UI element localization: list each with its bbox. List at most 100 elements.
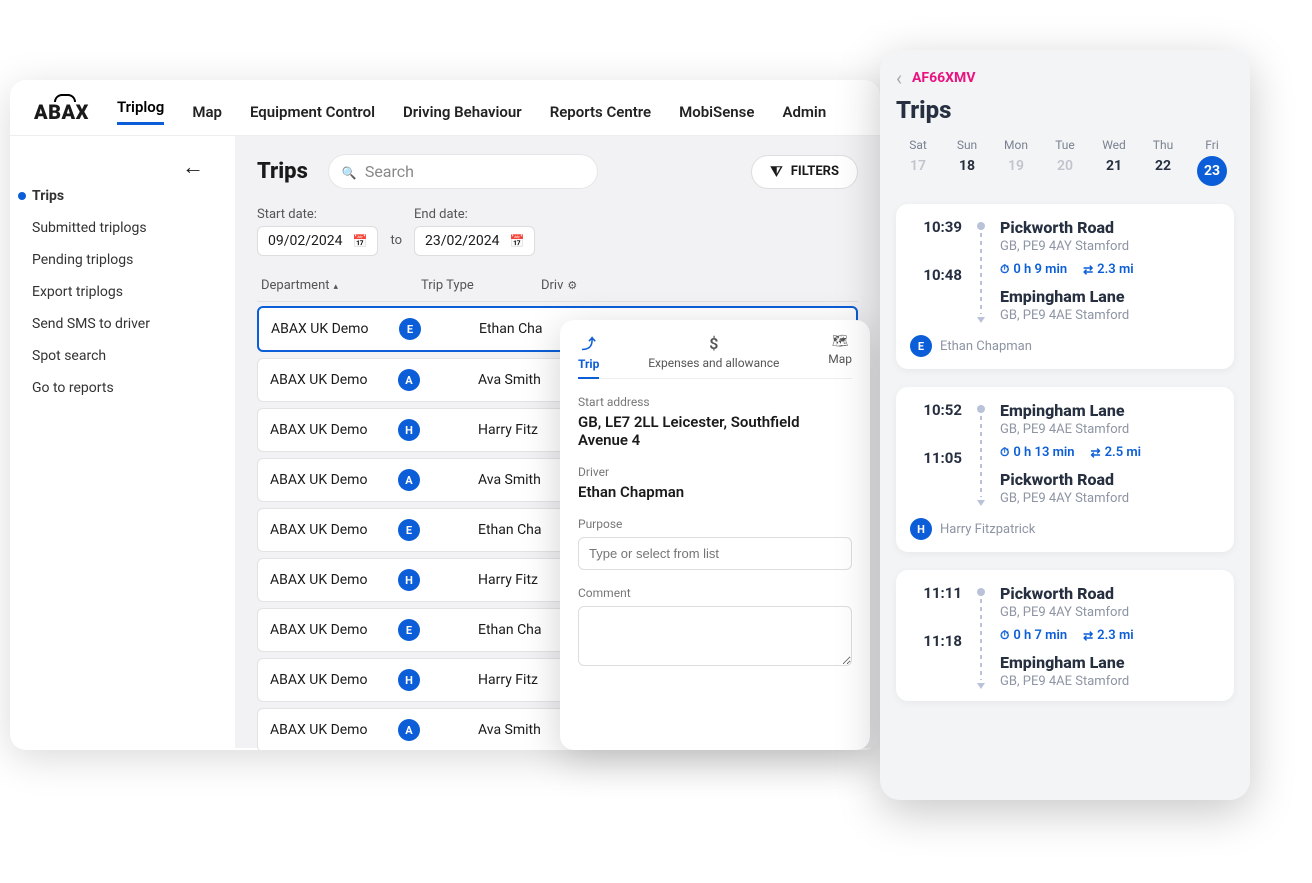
- day-number: 17: [896, 158, 940, 174]
- gear-icon: [567, 278, 577, 293]
- nav-mobisense[interactable]: MobiSense: [679, 103, 754, 121]
- col-trip-type[interactable]: Trip Type: [421, 278, 501, 293]
- driver-cell: Ava Smith: [478, 472, 558, 488]
- dept-cell: ABAX UK Demo: [270, 422, 382, 438]
- driver-cell: Ethan Cha: [478, 622, 558, 638]
- arrow-down-icon: [977, 317, 985, 323]
- sidebar-item-submitted-triplogs[interactable]: Submitted triplogs: [32, 212, 235, 244]
- clock-icon: [1000, 262, 1009, 277]
- sidebar-item-export-triplogs[interactable]: Export triplogs: [32, 276, 235, 308]
- nav-driving-behaviour[interactable]: Driving Behaviour: [403, 103, 522, 121]
- col-driver[interactable]: Driv: [541, 278, 631, 293]
- distance: 2.5 mi: [1091, 445, 1142, 460]
- day-number: 21: [1092, 158, 1136, 174]
- sidebar-item-go-to-reports[interactable]: Go to reports: [32, 372, 235, 404]
- day-number: 20: [1043, 158, 1087, 174]
- nav-equipment-control[interactable]: Equipment Control: [250, 103, 375, 121]
- route-icon: [582, 334, 596, 354]
- purpose-input[interactable]: [578, 537, 852, 570]
- sidebar-item-send-sms-to-driver[interactable]: Send SMS to driver: [32, 308, 235, 340]
- driver-cell: Ava Smith: [478, 722, 558, 738]
- nav-reports-centre[interactable]: Reports Centre: [550, 103, 651, 121]
- nav-map[interactable]: Map: [192, 103, 222, 121]
- driver-initial-badge: H: [398, 569, 420, 591]
- map-icon: [832, 334, 849, 349]
- col-department[interactable]: Department: [261, 278, 381, 293]
- end-time: 10:48: [910, 266, 962, 284]
- sidebar-item-trips[interactable]: Trips: [32, 180, 235, 212]
- day-number: 18: [945, 158, 989, 174]
- trip-card[interactable]: 10:5211:05Empingham LaneGB, PE9 4AE Stam…: [896, 387, 1234, 552]
- clock-icon: [1000, 445, 1009, 460]
- duration: 0 h 13 min: [1000, 445, 1075, 460]
- start-address-label: Start address: [578, 395, 852, 409]
- driver-cell: Harry Fitz: [478, 572, 558, 588]
- driver-initial-badge: E: [398, 619, 420, 641]
- tab-trip[interactable]: Trip: [578, 334, 599, 379]
- day-of-week: Wed: [1092, 138, 1136, 152]
- driver-initial-badge: E: [398, 519, 420, 541]
- week-selector: Sat 17 Sun18Mon19Tue20 Wed 21 Thu22Fri23: [896, 138, 1234, 186]
- calendar-icon: [353, 233, 368, 249]
- start-place: Pickworth Road: [1000, 218, 1220, 237]
- day-17[interactable]: Sat 17: [896, 138, 940, 186]
- trip-card[interactable]: 10:3910:48Pickworth RoadGB, PE9 4AY Stam…: [896, 204, 1234, 369]
- vehicle-id: AF66XMV: [912, 70, 975, 86]
- start-addr: GB, PE9 4AE Stamford: [1000, 422, 1220, 437]
- day-of-week: Thu: [1141, 138, 1185, 152]
- nav-triplog[interactable]: Triplog: [117, 98, 164, 125]
- sort-icon: [334, 278, 339, 293]
- trip-card[interactable]: 11:1111:18Pickworth RoadGB, PE9 4AY Stam…: [896, 570, 1234, 701]
- arrow-down-icon: [977, 683, 985, 689]
- end-date-input[interactable]: 23/02/2024: [414, 226, 535, 256]
- dept-cell: ABAX UK Demo: [270, 622, 382, 638]
- arrow-down-icon: [977, 500, 985, 506]
- end-time: 11:05: [910, 449, 962, 467]
- search-icon: [342, 162, 357, 181]
- sidebar: ← TripsSubmitted triplogsPending triplog…: [10, 136, 235, 748]
- driver-initial-badge: A: [398, 719, 420, 741]
- brand-logo: ABAX: [34, 100, 89, 124]
- distance: 2.3 mi: [1083, 262, 1134, 277]
- driver-initial-badge: A: [398, 469, 420, 491]
- page-title: Trips: [257, 159, 308, 184]
- table-header: Department Trip Type Driv: [257, 278, 858, 302]
- driver-initial-badge: H: [398, 669, 420, 691]
- driver-initial-badge: E: [399, 318, 421, 340]
- day-of-week: Sat: [896, 138, 940, 152]
- day-19[interactable]: Mon19: [994, 138, 1038, 186]
- day-23[interactable]: Fri23: [1190, 138, 1234, 186]
- search-input[interactable]: Search: [328, 154, 598, 189]
- start-place: Pickworth Road: [1000, 584, 1220, 603]
- end-date-label: End date:: [414, 207, 535, 222]
- sidebar-item-spot-search[interactable]: Spot search: [32, 340, 235, 372]
- tab-expenses[interactable]: Expenses and allowance: [648, 334, 779, 370]
- filters-button[interactable]: FILTERS: [751, 155, 858, 189]
- day-20[interactable]: Tue20: [1043, 138, 1087, 186]
- day-number: 19: [994, 158, 1038, 174]
- sidebar-item-pending-triplogs[interactable]: Pending triplogs: [32, 244, 235, 276]
- driver-initial-badge: A: [398, 369, 420, 391]
- end-addr: GB, PE9 4AE Stamford: [1000, 674, 1220, 689]
- dept-cell: ABAX UK Demo: [270, 372, 382, 388]
- dept-cell: ABAX UK Demo: [270, 572, 382, 588]
- nav-admin[interactable]: Admin: [782, 103, 826, 121]
- day-number: 23: [1197, 156, 1227, 186]
- duration: 0 h 7 min: [1000, 628, 1067, 643]
- chevron-left-icon[interactable]: ‹: [896, 66, 902, 90]
- day-18[interactable]: Sun18: [945, 138, 989, 186]
- search-placeholder: Search: [365, 162, 414, 181]
- start-address-value: GB, LE7 2LL Leicester, Southfield Avenue…: [578, 413, 852, 449]
- driver-cell: Harry Fitz: [478, 422, 558, 438]
- comment-input[interactable]: [578, 606, 852, 666]
- start-time: 10:39: [910, 218, 962, 236]
- dept-cell: ABAX UK Demo: [270, 472, 382, 488]
- day-22[interactable]: Thu22: [1141, 138, 1185, 186]
- start-date-input[interactable]: 09/02/2024: [257, 226, 378, 256]
- end-place: Pickworth Road: [1000, 470, 1220, 489]
- back-icon[interactable]: ←: [182, 154, 235, 180]
- driver-initial-badge: H: [398, 419, 420, 441]
- mobile-panel: ‹ AF66XMV Trips Sat17Sun18Mon19Tue20Wed2…: [880, 50, 1250, 800]
- day-21[interactable]: Wed 21: [1092, 138, 1136, 186]
- tab-map[interactable]: Map: [828, 334, 852, 370]
